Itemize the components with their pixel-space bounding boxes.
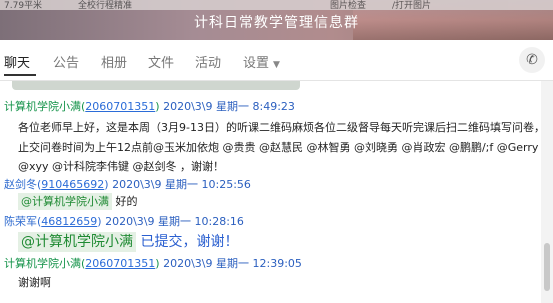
message-text: 谢谢啊 <box>18 276 51 289</box>
message-body: @计算机学院小满 好的 <box>18 193 138 210</box>
message-header: 计算机学院小满(2060701351) 2020\3\9 星期一 12:39:0… <box>4 257 302 270</box>
sender-qq-link[interactable]: 2060701351 <box>85 100 155 113</box>
sender-name[interactable]: 赵剑冬 <box>4 178 37 191</box>
group-tab-bar: 聊天 公告 相册 文件 活动 设置 ▼ ✆ <box>0 40 553 81</box>
message-timestamp: 2020\3\9 星期一 8:49:23 <box>163 100 295 113</box>
sender-qq-link[interactable]: 2060701351 <box>85 257 155 270</box>
sender-name[interactable]: 计算机学院小满 <box>4 257 81 270</box>
sender-qq-link[interactable]: 46812659 <box>41 215 97 228</box>
tab-settings[interactable]: 设置 ▼ <box>243 52 280 71</box>
message-timestamp: 2020\3\9 星期一 10:25:56 <box>112 178 251 191</box>
message-header: 计算机学院小满(2060701351) 2020\3\9 星期一 8:49:23 <box>4 100 295 113</box>
message-header: 赵剑冬(910465692) 2020\3\9 星期一 10:25:56 <box>4 178 251 191</box>
message-text: 好的 <box>115 195 138 208</box>
mention-tag[interactable]: @计算机学院小满 <box>18 193 112 210</box>
tab-album[interactable]: 相册 <box>101 52 127 71</box>
tab-files[interactable]: 文件 <box>148 52 174 71</box>
message-text-line: 止交问卷时间为上午12点前@玉米加依炮 @贵贵 @赵慧民 @林智勇 @刘晓勇 @… <box>18 141 539 154</box>
tab-activities[interactable]: 活动 <box>195 52 221 71</box>
sender-name[interactable]: 计算机学院小满 <box>4 100 81 113</box>
scrollbar-thumb[interactable] <box>544 243 550 291</box>
strip-text: 7.79平米 <box>4 1 43 11</box>
sender-name[interactable]: 陈荣军 <box>4 215 37 228</box>
message-text-line: 各位老师早上好，这是本周（3月9-13日）的听课二维码麻烦各位二级督导每天听完课… <box>18 121 541 134</box>
mention-tag[interactable]: @计算机学院小满 <box>18 232 136 252</box>
message-header: 陈荣军(46812659) 2020\3\9 星期一 10:28:16 <box>4 215 244 228</box>
chevron-down-icon: ▼ <box>273 60 280 70</box>
active-tab-underline <box>4 74 36 76</box>
message-body: @计算机学院小满 已提交，谢谢！ <box>18 231 239 252</box>
background-tab-strip: 7.79平米 全校行程精准 图片检查 /打开图片 <box>0 0 553 11</box>
window-title: 计科日常教学管理信息群 <box>194 15 359 31</box>
tab-settings-label: 设置 <box>243 56 270 71</box>
message-timestamp: 2020\3\9 星期一 10:28:16 <box>105 215 244 228</box>
strip-text: /打开图片 <box>392 1 432 11</box>
sender-qq-link[interactable]: 910465692 <box>41 178 104 191</box>
phone-icon[interactable]: ✆ <box>519 47 545 73</box>
chat-scrollbar[interactable] <box>541 81 553 303</box>
previous-message-bubble <box>12 81 300 90</box>
chat-message-area: 计算机学院小满(2060701351) 2020\3\9 星期一 8:49:23… <box>0 81 541 303</box>
strip-text: 全校行程精准 <box>78 1 133 11</box>
tab-chat[interactable]: 聊天 <box>4 52 30 71</box>
message-text-line: @xyy @计科院李伟键 @赵剑冬 ，谢谢！ <box>18 160 225 173</box>
message-timestamp: 2020\3\9 星期一 12:39:05 <box>163 257 302 270</box>
strip-text: 图片检查 <box>330 1 367 11</box>
message-text: 已提交，谢谢！ <box>140 234 239 250</box>
tab-announcements[interactable]: 公告 <box>53 52 79 71</box>
window-titlebar: 7.79平米 全校行程精准 图片检查 /打开图片 计科日常教学管理信息群 <box>0 0 553 40</box>
